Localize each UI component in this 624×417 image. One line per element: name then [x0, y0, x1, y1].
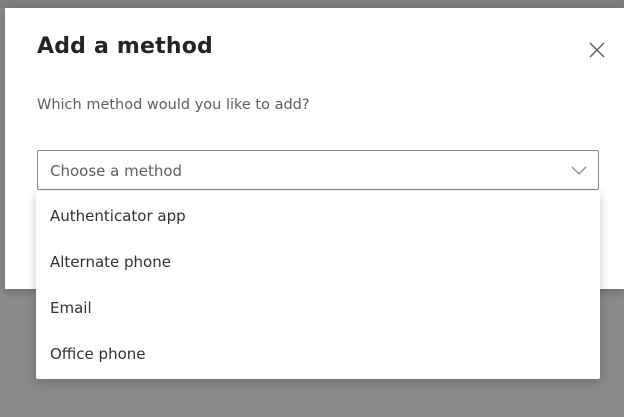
close-button[interactable] [583, 36, 611, 64]
option-alternate-phone[interactable]: Alternate phone [36, 239, 600, 285]
overlay-backdrop [0, 0, 624, 8]
dialog-title: Add a method [37, 34, 213, 59]
option-office-phone[interactable]: Office phone [36, 331, 600, 377]
option-email[interactable]: Email [36, 285, 600, 331]
close-icon [589, 42, 605, 58]
method-prompt: Which method would you like to add? [37, 97, 310, 113]
method-dropdown-list: Authenticator app Alternate phone Email … [36, 191, 600, 379]
method-select[interactable]: Choose a method [37, 150, 599, 190]
chevron-down-icon [571, 166, 587, 175]
method-select-value: Choose a method [50, 162, 183, 180]
option-authenticator-app[interactable]: Authenticator app [36, 193, 600, 239]
